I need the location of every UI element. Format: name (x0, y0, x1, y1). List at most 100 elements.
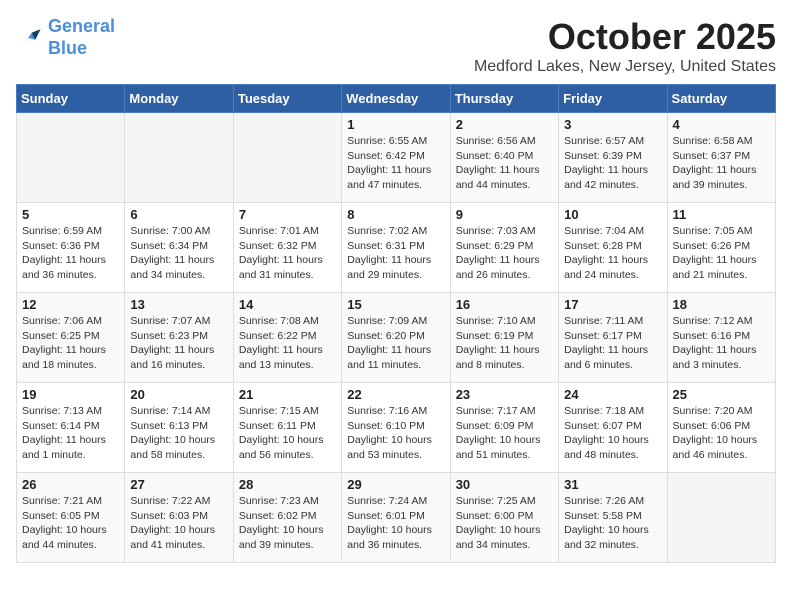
day-info: Sunrise: 7:04 AM Sunset: 6:28 PM Dayligh… (564, 224, 661, 283)
day-number: 10 (564, 207, 661, 222)
weekday-header-row: SundayMondayTuesdayWednesdayThursdayFrid… (17, 85, 776, 113)
day-info: Sunrise: 6:55 AM Sunset: 6:42 PM Dayligh… (347, 134, 444, 193)
day-number: 7 (239, 207, 336, 222)
calendar-cell: 31Sunrise: 7:26 AM Sunset: 5:58 PM Dayli… (559, 473, 667, 563)
day-number: 9 (456, 207, 553, 222)
weekday-header-sunday: Sunday (17, 85, 125, 113)
day-info: Sunrise: 7:03 AM Sunset: 6:29 PM Dayligh… (456, 224, 553, 283)
calendar-cell: 5 Sunrise: 6:59 AM Sunset: 6:36 PM Daylig… (17, 203, 125, 293)
day-info: Sunrise: 7:11 AM Sunset: 6:17 PM Dayligh… (564, 314, 661, 373)
day-info: Sunrise: 7:22 AM Sunset: 6:03 PM Dayligh… (130, 494, 227, 553)
day-info: Sunrise: 6:56 AM Sunset: 6:40 PM Dayligh… (456, 134, 553, 193)
day-info: Sunrise: 6:59 AM Sunset: 6:36 PM Dayligh… (22, 224, 119, 283)
day-number: 22 (347, 387, 444, 402)
day-info: Sunrise: 7:08 AM Sunset: 6:22 PM Dayligh… (239, 314, 336, 373)
calendar-cell: 18Sunrise: 7:12 AM Sunset: 6:16 PM Dayli… (667, 293, 775, 383)
day-info: Sunrise: 7:15 AM Sunset: 6:11 PM Dayligh… (239, 404, 336, 463)
day-info: Sunrise: 7:02 AM Sunset: 6:31 PM Dayligh… (347, 224, 444, 283)
calendar-cell: 4 Sunrise: 6:58 AM Sunset: 6:37 PM Daylig… (667, 113, 775, 203)
day-info: Sunrise: 7:07 AM Sunset: 6:23 PM Dayligh… (130, 314, 227, 373)
day-info: Sunrise: 7:20 AM Sunset: 6:06 PM Dayligh… (673, 404, 770, 463)
calendar-week-row: 19 Sunrise: 7:13 AM Sunset: 6:14 PM Dayli… (17, 383, 776, 473)
day-number: 21 (239, 387, 336, 402)
day-info: Sunrise: 7:00 AM Sunset: 6:34 PM Dayligh… (130, 224, 227, 283)
day-number: 16 (456, 297, 553, 312)
calendar-cell: 3Sunrise: 6:57 AM Sunset: 6:39 PM Daylig… (559, 113, 667, 203)
day-number: 14 (239, 297, 336, 312)
day-number: 29 (347, 477, 444, 492)
calendar-week-row: 12Sunrise: 7:06 AM Sunset: 6:25 PM Dayli… (17, 293, 776, 383)
calendar-cell: 24 Sunrise: 7:18 AM Sunset: 6:07 PM Dayli… (559, 383, 667, 473)
day-info: Sunrise: 7:01 AM Sunset: 6:32 PM Dayligh… (239, 224, 336, 283)
day-number: 4 (673, 117, 770, 132)
day-info: Sunrise: 7:06 AM Sunset: 6:25 PM Dayligh… (22, 314, 119, 373)
day-number: 5 (22, 207, 119, 222)
day-number: 20 (130, 387, 227, 402)
calendar-cell: 2 Sunrise: 6:56 AM Sunset: 6:40 PM Daylig… (450, 113, 558, 203)
day-info: Sunrise: 7:25 AM Sunset: 6:00 PM Dayligh… (456, 494, 553, 553)
calendar-cell (667, 473, 775, 563)
page-header: General Blue October 2025 Medford Lakes,… (16, 16, 776, 76)
day-number: 2 (456, 117, 553, 132)
calendar-cell: 15 Sunrise: 7:09 AM Sunset: 6:20 PM Dayli… (342, 293, 450, 383)
day-info: Sunrise: 7:26 AM Sunset: 5:58 PM Dayligh… (564, 494, 661, 553)
day-info: Sunrise: 7:16 AM Sunset: 6:10 PM Dayligh… (347, 404, 444, 463)
day-number: 19 (22, 387, 119, 402)
calendar-cell: 20 Sunrise: 7:14 AM Sunset: 6:13 PM Dayli… (125, 383, 233, 473)
weekday-header-friday: Friday (559, 85, 667, 113)
calendar-cell: 11Sunrise: 7:05 AM Sunset: 6:26 PM Dayli… (667, 203, 775, 293)
page-subtitle: Medford Lakes, New Jersey, United States (474, 58, 776, 76)
day-info: Sunrise: 7:23 AM Sunset: 6:02 PM Dayligh… (239, 494, 336, 553)
day-number: 24 (564, 387, 661, 402)
day-info: Sunrise: 7:09 AM Sunset: 6:20 PM Dayligh… (347, 314, 444, 373)
calendar-cell: 26 Sunrise: 7:21 AM Sunset: 6:05 PM Dayli… (17, 473, 125, 563)
calendar-cell (125, 113, 233, 203)
calendar-cell: 28 Sunrise: 7:23 AM Sunset: 6:02 PM Dayli… (233, 473, 341, 563)
day-info: Sunrise: 7:10 AM Sunset: 6:19 PM Dayligh… (456, 314, 553, 373)
weekday-header-saturday: Saturday (667, 85, 775, 113)
day-info: Sunrise: 7:14 AM Sunset: 6:13 PM Dayligh… (130, 404, 227, 463)
day-number: 28 (239, 477, 336, 492)
day-info: Sunrise: 7:18 AM Sunset: 6:07 PM Dayligh… (564, 404, 661, 463)
weekday-header-tuesday: Tuesday (233, 85, 341, 113)
calendar-cell: 14 Sunrise: 7:08 AM Sunset: 6:22 PM Dayli… (233, 293, 341, 383)
calendar-cell (17, 113, 125, 203)
day-info: Sunrise: 7:12 AM Sunset: 6:16 PM Dayligh… (673, 314, 770, 373)
calendar-cell: 8Sunrise: 7:02 AM Sunset: 6:31 PM Daylig… (342, 203, 450, 293)
day-number: 13 (130, 297, 227, 312)
calendar-cell: 29Sunrise: 7:24 AM Sunset: 6:01 PM Dayli… (342, 473, 450, 563)
calendar-cell: 6 Sunrise: 7:00 AM Sunset: 6:34 PM Daylig… (125, 203, 233, 293)
weekday-header-wednesday: Wednesday (342, 85, 450, 113)
calendar-body: 1Sunrise: 6:55 AM Sunset: 6:42 PM Daylig… (17, 113, 776, 563)
weekday-header-thursday: Thursday (450, 85, 558, 113)
calendar-cell: 7 Sunrise: 7:01 AM Sunset: 6:32 PM Daylig… (233, 203, 341, 293)
calendar-cell: 23Sunrise: 7:17 AM Sunset: 6:09 PM Dayli… (450, 383, 558, 473)
logo-text: General Blue (48, 16, 115, 59)
calendar-cell: 21 Sunrise: 7:15 AM Sunset: 6:11 PM Dayli… (233, 383, 341, 473)
logo-icon (16, 24, 44, 52)
calendar-week-row: 5 Sunrise: 6:59 AM Sunset: 6:36 PM Daylig… (17, 203, 776, 293)
page-title: October 2025 (474, 16, 776, 58)
weekday-header-monday: Monday (125, 85, 233, 113)
calendar-cell: 30Sunrise: 7:25 AM Sunset: 6:00 PM Dayli… (450, 473, 558, 563)
calendar-cell: 1Sunrise: 6:55 AM Sunset: 6:42 PM Daylig… (342, 113, 450, 203)
calendar-week-row: 1Sunrise: 6:55 AM Sunset: 6:42 PM Daylig… (17, 113, 776, 203)
day-number: 17 (564, 297, 661, 312)
calendar-cell: 16 Sunrise: 7:10 AM Sunset: 6:19 PM Dayli… (450, 293, 558, 383)
day-info: Sunrise: 7:13 AM Sunset: 6:14 PM Dayligh… (22, 404, 119, 463)
day-number: 27 (130, 477, 227, 492)
day-number: 6 (130, 207, 227, 222)
day-number: 26 (22, 477, 119, 492)
calendar-cell: 13 Sunrise: 7:07 AM Sunset: 6:23 PM Dayli… (125, 293, 233, 383)
day-number: 3 (564, 117, 661, 132)
calendar-cell: 17 Sunrise: 7:11 AM Sunset: 6:17 PM Dayli… (559, 293, 667, 383)
calendar-cell: 22 Sunrise: 7:16 AM Sunset: 6:10 PM Dayli… (342, 383, 450, 473)
calendar-cell: 9 Sunrise: 7:03 AM Sunset: 6:29 PM Daylig… (450, 203, 558, 293)
calendar-cell: 10 Sunrise: 7:04 AM Sunset: 6:28 PM Dayli… (559, 203, 667, 293)
calendar-cell: 27 Sunrise: 7:22 AM Sunset: 6:03 PM Dayli… (125, 473, 233, 563)
day-info: Sunrise: 6:58 AM Sunset: 6:37 PM Dayligh… (673, 134, 770, 193)
day-info: Sunrise: 7:21 AM Sunset: 6:05 PM Dayligh… (22, 494, 119, 553)
calendar-table: SundayMondayTuesdayWednesdayThursdayFrid… (16, 84, 776, 563)
title-block: October 2025 Medford Lakes, New Jersey, … (474, 16, 776, 76)
day-number: 15 (347, 297, 444, 312)
